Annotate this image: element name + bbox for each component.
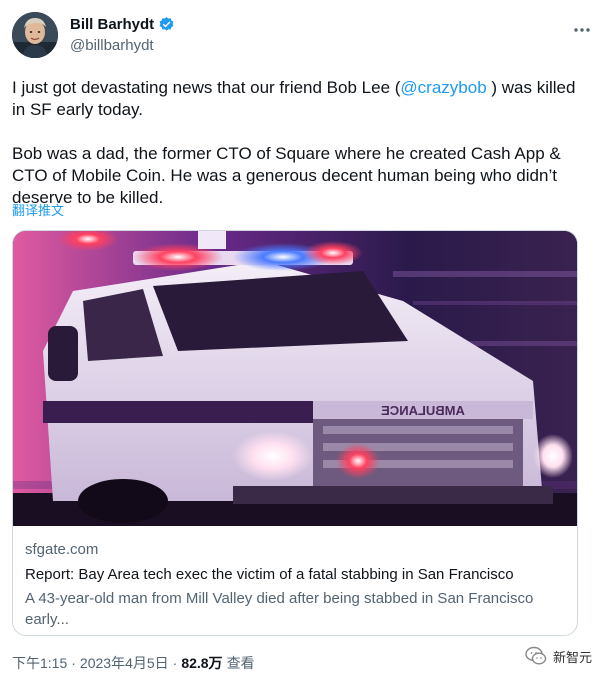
views-count: 82.8万 <box>181 655 223 671</box>
footer-separator: · <box>172 655 178 671</box>
avatar-photo <box>12 12 58 58</box>
ambulance-lettering: AMBULANCE <box>381 403 465 418</box>
author-handle[interactable]: @billbarhydt <box>70 37 175 54</box>
card-image[interactable]: AMBULANCE <box>13 231 577 526</box>
link-preview-card[interactable]: AMBULANCE sfgate.com Report: Bay Area te… <box>12 230 578 636</box>
display-name[interactable]: Bill Barhydt <box>70 16 154 33</box>
wechat-logo-icon <box>525 645 547 667</box>
footer-separator: · <box>71 655 76 671</box>
ambulance-image: AMBULANCE <box>13 231 577 526</box>
tweet-time[interactable]: 下午1:15 <box>12 653 67 673</box>
tweet-date[interactable]: 2023年4月5日 <box>80 653 169 673</box>
mention-link[interactable]: @crazybob <box>400 78 486 97</box>
card-meta: sfgate.com Report: Bay Area tech exec th… <box>25 540 567 630</box>
watermark: 新智元 <box>525 645 592 667</box>
tweet-paragraph-2: Bob was a dad, the former CTO of Square … <box>12 144 561 207</box>
tweet-header: Bill Barhydt @billbarhydt <box>12 12 598 62</box>
tweet-text: I just got devastating news that our fri… <box>12 77 588 209</box>
more-options-icon[interactable] <box>570 18 594 42</box>
avatar[interactable] <box>12 12 58 58</box>
tweet-footer: 下午1:15 · 2023年4月5日 · 82.8万 查看 <box>12 653 255 673</box>
watermark-label: 新智元 <box>552 649 592 665</box>
tweet-text-segment: I just got devastating news that our fri… <box>12 78 401 97</box>
author-block: Bill Barhydt @billbarhydt <box>70 16 175 54</box>
verified-badge-icon <box>158 16 175 33</box>
card-description: A 43-year-old man from Mill Valley died … <box>25 590 534 628</box>
translate-tweet-link[interactable]: 翻译推文 <box>12 200 64 219</box>
views-label: 查看 <box>226 655 255 671</box>
card-domain: sfgate.com <box>25 541 99 558</box>
tweet-paragraph-1: I just got devastating news that our fri… <box>12 77 588 121</box>
card-title[interactable]: Report: Bay Area tech exec the victim of… <box>25 565 567 585</box>
